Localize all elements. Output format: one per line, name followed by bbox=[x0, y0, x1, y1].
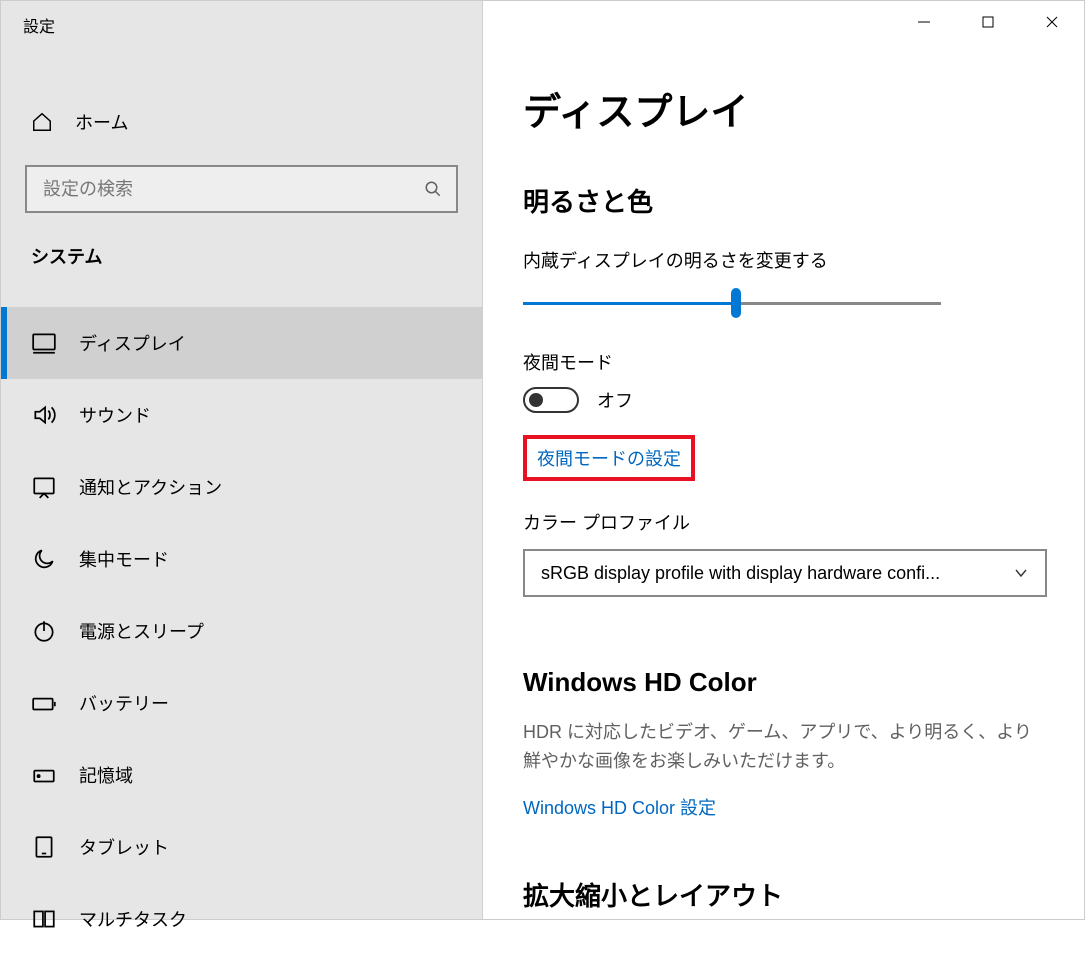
color-profile-value: sRGB display profile with display hardwa… bbox=[541, 563, 1001, 584]
close-button[interactable] bbox=[1020, 1, 1084, 43]
maximize-button[interactable] bbox=[956, 1, 1020, 43]
nav-label: 通知とアクション bbox=[79, 474, 222, 500]
night-mode-state: オフ bbox=[597, 387, 633, 413]
moon-icon bbox=[31, 546, 57, 572]
hd-color-title: Windows HD Color bbox=[523, 667, 1044, 698]
nav-item-tablet[interactable]: タブレット bbox=[1, 811, 482, 883]
highlight-annotation: 夜間モードの設定 bbox=[523, 435, 695, 481]
nav-item-notifications[interactable]: 通知とアクション bbox=[1, 451, 482, 523]
night-mode-toggle[interactable] bbox=[523, 387, 579, 413]
nav-item-sound[interactable]: サウンド bbox=[1, 379, 482, 451]
search-icon bbox=[424, 180, 442, 198]
home-icon bbox=[31, 111, 53, 133]
night-mode-settings-link[interactable]: 夜間モードの設定 bbox=[537, 445, 681, 471]
nav-item-power[interactable]: 電源とスリープ bbox=[1, 595, 482, 667]
tablet-icon bbox=[31, 834, 57, 860]
hd-color-link[interactable]: Windows HD Color 設定 bbox=[523, 794, 716, 820]
minimize-button[interactable] bbox=[892, 1, 956, 43]
nav-label: サウンド bbox=[79, 402, 151, 428]
nav-item-display[interactable]: ディスプレイ bbox=[1, 307, 482, 379]
sound-icon bbox=[31, 402, 57, 428]
chevron-down-icon bbox=[1013, 565, 1029, 581]
main-content: ディスプレイ 明るさと色 内蔵ディスプレイの明るさを変更する 夜間モード オフ … bbox=[483, 1, 1084, 919]
storage-icon bbox=[31, 762, 57, 788]
night-mode-label: 夜間モード bbox=[523, 349, 1044, 375]
nav-item-focus[interactable]: 集中モード bbox=[1, 523, 482, 595]
power-icon bbox=[31, 618, 57, 644]
search-box[interactable] bbox=[25, 165, 458, 213]
nav-label: バッテリー bbox=[79, 690, 169, 716]
section-brightness-title: 明るさと色 bbox=[523, 182, 1044, 219]
color-profile-label: カラー プロファイル bbox=[523, 509, 1044, 535]
color-profile-select[interactable]: sRGB display profile with display hardwa… bbox=[523, 549, 1047, 597]
home-nav[interactable]: ホーム bbox=[1, 95, 482, 149]
app-title: 設定 bbox=[1, 1, 482, 47]
brightness-slider[interactable] bbox=[523, 291, 941, 315]
nav-list: ディスプレイ サウンド 通知とアクション 集中モード 電源とスリープ bbox=[1, 307, 482, 955]
toggle-knob bbox=[529, 393, 543, 407]
nav-label: マルチタスク bbox=[79, 906, 187, 932]
notification-icon bbox=[31, 474, 57, 500]
multitask-icon bbox=[31, 906, 57, 932]
brightness-label: 内蔵ディスプレイの明るさを変更する bbox=[523, 247, 1044, 273]
nav-label: 電源とスリープ bbox=[79, 618, 204, 644]
nav-label: タブレット bbox=[79, 834, 169, 860]
monitor-icon bbox=[31, 330, 57, 356]
slider-fill bbox=[523, 302, 736, 305]
page-title: ディスプレイ bbox=[523, 81, 1044, 136]
night-mode-toggle-row: オフ bbox=[523, 387, 1044, 413]
nav-label: ディスプレイ bbox=[79, 330, 186, 356]
slider-thumb[interactable] bbox=[731, 288, 741, 318]
nav-item-storage[interactable]: 記憶域 bbox=[1, 739, 482, 811]
scaling-title: 拡大縮小とレイアウト bbox=[523, 876, 1044, 913]
hd-color-body: HDR に対応したビデオ、ゲーム、アプリで、より明るく、より鮮やかな画像をお楽し… bbox=[523, 718, 1044, 776]
search-wrap bbox=[25, 165, 458, 213]
nav-item-multitask[interactable]: マルチタスク bbox=[1, 883, 482, 955]
nav-label: 集中モード bbox=[79, 546, 169, 572]
category-label: システム bbox=[1, 213, 482, 279]
nav-item-battery[interactable]: バッテリー bbox=[1, 667, 482, 739]
battery-icon bbox=[31, 690, 57, 716]
sidebar: 設定 ホーム システム ディスプレイ bbox=[1, 1, 483, 919]
titlebar-controls bbox=[892, 1, 1084, 43]
search-input[interactable] bbox=[43, 179, 424, 200]
nav-label: 記憶域 bbox=[79, 762, 133, 788]
home-label: ホーム bbox=[75, 109, 128, 135]
